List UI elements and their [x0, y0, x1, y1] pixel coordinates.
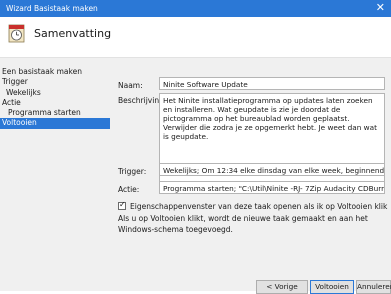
step-trigger[interactable]: Trigger: [0, 77, 110, 87]
action-field: Programma starten; "C:\Util\Ninite -RJ- …: [159, 181, 385, 194]
close-icon[interactable]: ✕: [376, 1, 385, 14]
open-properties-checkbox[interactable]: ✓: [118, 200, 126, 210]
trigger-label: Trigger:: [118, 167, 147, 176]
checkmark-icon: ✓: [119, 200, 126, 209]
name-field: Ninite Software Update: [159, 77, 385, 90]
open-properties-label[interactable]: Eigenschappenvenster van deze taak opene…: [130, 202, 387, 211]
step-weekly[interactable]: Wekelijks: [0, 88, 110, 98]
title-bar: Wizard Basistaak maken ✕: [0, 0, 391, 17]
cancel-button[interactable]: Annuleren: [356, 280, 391, 294]
back-button[interactable]: < Vorige: [256, 280, 308, 294]
wizard-header: Samenvatting: [0, 17, 391, 57]
trigger-field: Wekelijks; Om 12:34 elke dinsdag van elk…: [159, 163, 385, 176]
step-finish[interactable]: Voltooien: [0, 118, 110, 129]
action-label: Actie:: [118, 185, 140, 194]
task-scheduler-icon: [8, 24, 25, 43]
description-field: Het Ninite installatieprogramma op updat…: [159, 93, 385, 191]
step-action[interactable]: Actie: [0, 98, 110, 108]
step-start-program[interactable]: Programma starten: [0, 108, 110, 118]
page-title: Samenvatting: [34, 27, 112, 40]
window-title: Wizard Basistaak maken: [6, 4, 98, 13]
name-label: Naam:: [118, 81, 143, 90]
finish-info-text: Als u op Voltooien klikt, wordt de nieuw…: [118, 214, 368, 234]
wizard-steps: Een basistaak maken Trigger Wekelijks Ac…: [0, 67, 110, 129]
step-create-basic-task[interactable]: Een basistaak maken: [0, 67, 110, 77]
finish-button[interactable]: Voltooien: [310, 280, 354, 294]
